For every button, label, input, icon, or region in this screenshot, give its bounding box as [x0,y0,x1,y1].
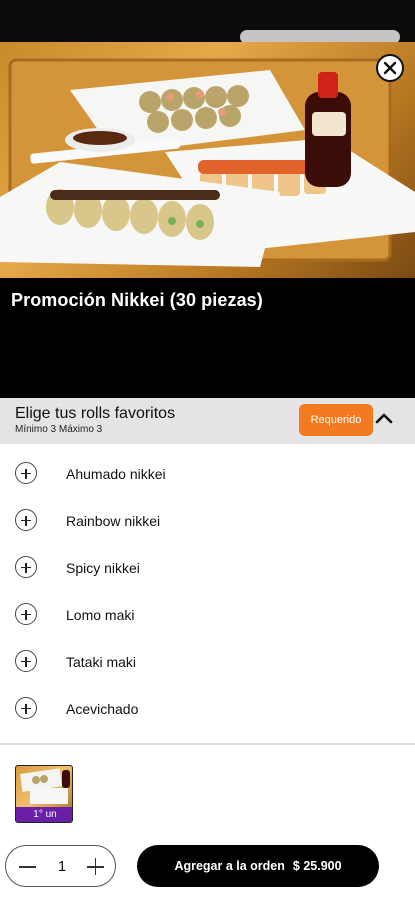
required-badge: Requerido [299,404,373,436]
options-group-title: Elige tus rolls favoritos [15,405,176,422]
plus-circle-icon[interactable] [15,697,37,719]
option-item[interactable]: Lomo maki [0,591,415,638]
option-item[interactable]: Rainbow nikkei [0,497,415,544]
chevron-up-icon[interactable] [373,408,395,430]
product-title-section: Promoción Nikkei (30 piezas) [0,278,415,398]
option-item[interactable]: Tataki maki [0,638,415,685]
plus-circle-icon[interactable] [15,509,37,531]
plus-circle-icon[interactable] [15,462,37,484]
options-list: Ahumado nikkei Rainbow nikkei Spicy nikk… [0,450,415,732]
option-label: Lomo maki [66,607,135,623]
plus-icon[interactable] [84,855,108,879]
options-group-constraints: Mínimo 3 Máximo 3 [15,424,103,435]
options-group-header[interactable]: Elige tus rolls favoritos Mínimo 3 Máxim… [0,398,415,444]
product-image [0,42,415,278]
close-button[interactable] [376,54,404,82]
close-icon [383,61,397,75]
product-title: Promoción Nikkei (30 piezas) [11,290,263,310]
thumbnail-image [20,768,70,804]
option-item[interactable]: Ahumado nikkei [0,450,415,497]
option-label: Acevichado [66,701,139,717]
add-to-order-button[interactable]: Agregar a la orden $ 25.900 [137,845,379,887]
minus-icon[interactable] [16,855,40,879]
thumbnail-tag: 1° un [16,807,72,822]
option-label: Ahumado nikkei [66,466,166,482]
plus-circle-icon[interactable] [15,603,37,625]
option-label: Spicy nikkei [66,560,140,576]
product-thumbnail[interactable]: 1° un [15,765,73,823]
add-to-order-label: Agregar a la orden [174,859,285,873]
option-label: Rainbow nikkei [66,513,161,529]
plus-circle-icon[interactable] [15,650,37,672]
section-divider [0,743,415,745]
plus-circle-icon[interactable] [15,556,37,578]
option-label: Tataki maki [66,654,137,670]
option-item[interactable]: Spicy nikkei [0,544,415,591]
status-bar [0,0,415,44]
quantity-value: 1 [57,858,67,875]
order-price: $ 25.900 [292,859,342,873]
sushi-illustration [0,58,415,267]
quantity-stepper: 1 [5,845,116,887]
option-item[interactable]: Acevichado [0,685,415,732]
